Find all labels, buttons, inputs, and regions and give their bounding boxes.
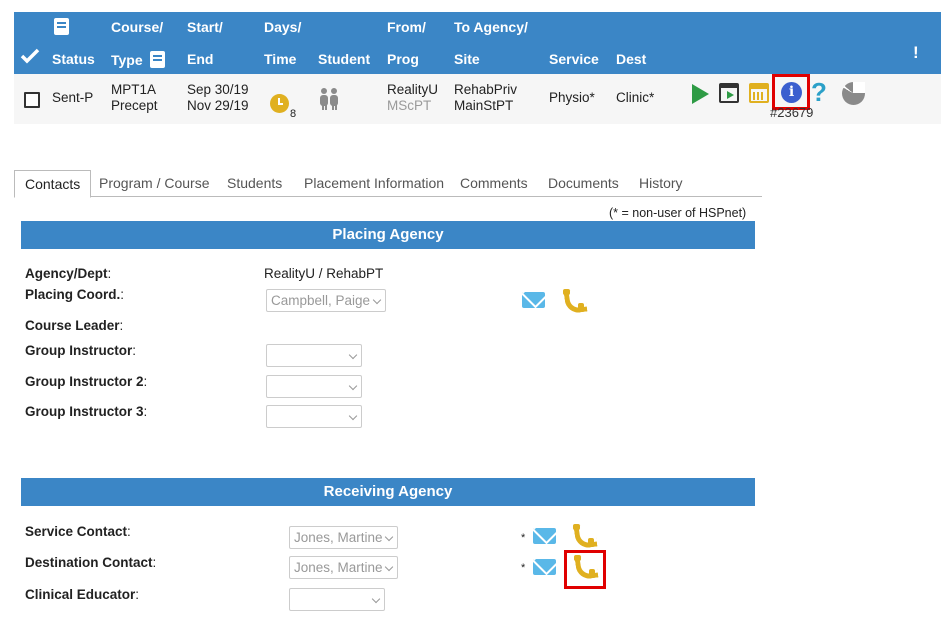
phone-highlight-box [564, 550, 606, 589]
tab-documents[interactable]: Documents [538, 170, 629, 197]
agency-dept-label-text: Agency/Dept [25, 266, 108, 281]
group-instructor-2-label: Group Instructor 2: [25, 374, 148, 389]
tab-placement-information[interactable]: Placement Information [294, 170, 454, 197]
placing-coord-label: Placing Coord.: [25, 287, 125, 302]
col-service[interactable]: Service [549, 51, 599, 67]
receiving-agency-title: Receiving Agency [21, 478, 755, 506]
agency-dept-label: Agency/Dept: [25, 266, 112, 281]
help-icon[interactable]: ? [811, 77, 827, 107]
placing-agency-title: Placing Agency [21, 221, 755, 249]
agency-dept-value: RealityU / RehabPT [264, 266, 384, 281]
group-instructor-label: Group Instructor: [25, 343, 137, 358]
non-user-note: (* = non-user of HSPnet) [609, 206, 747, 220]
placement-site: MainStPT [454, 98, 514, 113]
tab-students[interactable]: Students [217, 170, 292, 197]
placement-start: Sep 30/19 [187, 82, 249, 97]
destination-contact-label-text: Destination Contact [25, 555, 153, 570]
clinical-educator-label-text: Clinical Educator [25, 587, 136, 602]
col-prog[interactable]: Prog [387, 51, 419, 67]
group-instructor-label-text: Group Instructor [25, 343, 133, 358]
placement-end: Nov 29/19 [187, 98, 249, 113]
col-type-label: Type [111, 52, 143, 68]
type-book-icon [149, 51, 165, 68]
group-instructor-2-select[interactable] [266, 375, 362, 398]
tab-bar: Contacts Program / Course Students Place… [14, 170, 762, 198]
tab-program-course[interactable]: Program / Course [89, 170, 219, 197]
row-checkbox[interactable] [24, 92, 40, 108]
pie-chart-icon[interactable] [842, 82, 865, 105]
service-contact-select[interactable]: Jones, Martine [289, 526, 398, 549]
chevron-down-icon [371, 594, 381, 604]
col-end[interactable]: End [187, 51, 213, 67]
placement-row: Sent-P MPT1A Precept Sep 30/19 Nov 29/19… [14, 74, 941, 124]
course-book-icon [54, 18, 69, 35]
clinical-educator-select[interactable] [289, 588, 385, 611]
placing-coord-value: Campbell, Paige [271, 293, 371, 308]
placement-prog: MScPT [387, 98, 432, 113]
service-contact-mail-icon[interactable] [533, 528, 556, 544]
destination-contact-nonuser-star: * [521, 562, 526, 574]
placement-ref: #23679 [770, 105, 814, 120]
placement-status: Sent-P [52, 90, 94, 105]
calendar-play-icon[interactable] [719, 83, 739, 103]
col-type[interactable]: Type [111, 51, 165, 68]
course-leader-label-text: Course Leader [25, 318, 120, 333]
col-student[interactable]: Student [318, 51, 370, 67]
tab-history[interactable]: History [629, 170, 693, 197]
clinical-educator-label: Clinical Educator: [25, 587, 140, 602]
placement-header: Status Course/ Type Start/ End Days/ Tim… [14, 12, 941, 74]
chevron-down-icon [348, 381, 358, 391]
tab-contacts[interactable]: Contacts [14, 170, 92, 198]
placement-dest: Clinic* [616, 90, 655, 105]
placement-course: MPT1A [111, 82, 157, 97]
placing-coord-label-text: Placing Coord. [25, 287, 121, 302]
placement-from: RealityU [387, 82, 439, 97]
col-from[interactable]: From/ [387, 19, 426, 35]
chevron-down-icon [372, 295, 382, 305]
col-to-agency[interactable]: To Agency/ [454, 19, 528, 35]
select-all-check-icon[interactable] [20, 48, 40, 67]
chevron-down-icon [384, 562, 394, 572]
col-days[interactable]: Days/ [264, 19, 301, 35]
course-leader-label: Course Leader: [25, 318, 124, 333]
service-contact-value: Jones, Martine [294, 530, 383, 545]
service-contact-nonuser-star: * [521, 532, 526, 544]
service-contact-label-text: Service Contact [25, 524, 128, 539]
placement-to-agency: RehabPriv [454, 82, 518, 97]
chevron-down-icon [384, 532, 394, 542]
destination-contact-select[interactable]: Jones, Martine [289, 556, 398, 579]
group-instructor-select[interactable] [266, 344, 362, 367]
student-group-icon[interactable] [320, 88, 340, 110]
col-start[interactable]: Start/ [187, 19, 223, 35]
placement-service: Physio* [549, 90, 595, 105]
col-course[interactable]: Course/ [111, 19, 163, 35]
service-contact-phone-icon[interactable] [572, 524, 594, 546]
calendar-icon[interactable] [749, 83, 769, 103]
chevron-down-icon [348, 350, 358, 360]
service-contact-label: Service Contact: [25, 524, 131, 539]
placing-coord-phone-icon[interactable] [562, 289, 584, 311]
group-instructor-3-select[interactable] [266, 405, 362, 428]
col-time[interactable]: Time [264, 51, 296, 67]
col-dest[interactable]: Dest [616, 51, 646, 67]
tab-comments[interactable]: Comments [450, 170, 538, 197]
group-instructor-2-label-text: Group Instructor 2 [25, 374, 144, 389]
alert-icon: ! [913, 43, 919, 62]
col-site[interactable]: Site [454, 51, 480, 67]
placement-days: 8 [290, 108, 297, 120]
destination-contact-value: Jones, Martine [294, 560, 383, 575]
destination-contact-mail-icon[interactable] [533, 559, 556, 575]
chevron-down-icon [348, 411, 358, 421]
group-instructor-3-label: Group Instructor 3: [25, 404, 148, 419]
placement-type: Precept [111, 98, 158, 113]
placing-coord-select[interactable]: Campbell, Paige [266, 289, 386, 312]
placing-coord-mail-icon[interactable] [522, 292, 545, 308]
play-icon[interactable] [692, 84, 709, 104]
destination-contact-label: Destination Contact: [25, 555, 157, 570]
clock-icon [270, 94, 289, 113]
col-status[interactable]: Status [52, 51, 95, 67]
group-instructor-3-label-text: Group Instructor 3 [25, 404, 144, 419]
